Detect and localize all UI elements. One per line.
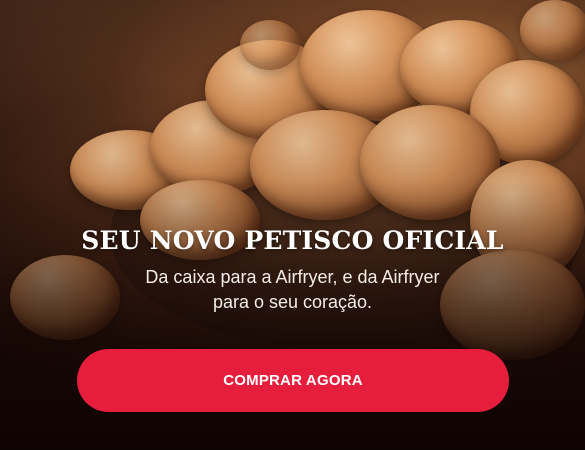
subheadline: Da caixa para a Airfryer, e da Airfryer … bbox=[83, 265, 503, 315]
hero-text: SEU NOVO PETISCO OFICIAL Da caixa para a… bbox=[0, 226, 585, 315]
headline: SEU NOVO PETISCO OFICIAL bbox=[81, 226, 504, 255]
buy-now-button[interactable]: COMPRAR AGORA bbox=[77, 349, 509, 412]
hero-banner: SEU NOVO PETISCO OFICIAL Da caixa para a… bbox=[0, 0, 585, 450]
subheadline-line-1: Da caixa para a Airfryer, e da Airfryer bbox=[145, 267, 440, 287]
subheadline-line-2: para o seu coração. bbox=[212, 292, 373, 312]
